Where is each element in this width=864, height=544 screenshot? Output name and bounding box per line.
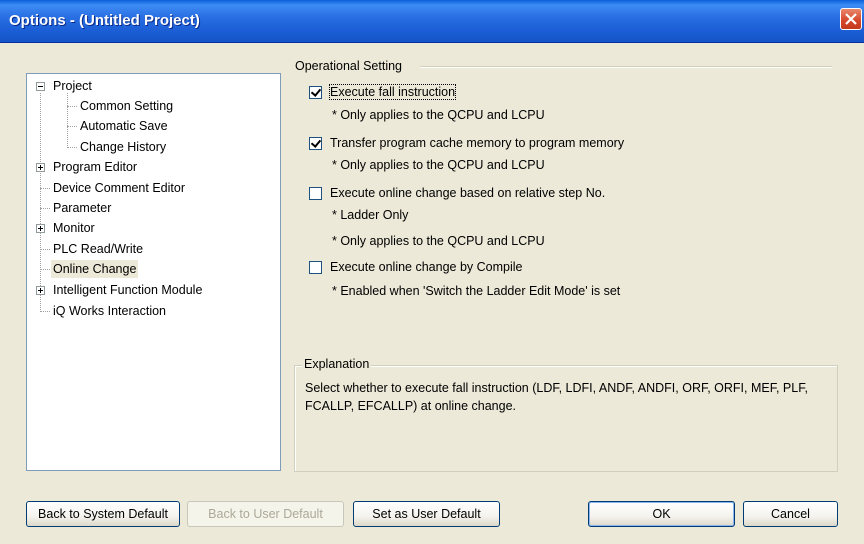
option-note: * Only applies to the QCPU and LCPU: [332, 234, 545, 248]
explanation-text: Select whether to execute fall instructi…: [305, 381, 808, 413]
tree-item-label: PLC Read/Write: [53, 242, 144, 256]
tree-item-label: Monitor: [53, 221, 95, 235]
tree-item-label: Parameter: [53, 201, 112, 215]
option-note: * Only applies to the QCPU and LCPU: [332, 108, 545, 122]
tree-item-label: Device Comment Editor: [53, 181, 185, 195]
tree-item-label: Intelligent Function Module: [53, 283, 203, 297]
online-change-compile-label[interactable]: Execute online change by Compile: [330, 260, 522, 274]
tree-item-label: Program Editor: [53, 160, 138, 174]
window-title: Options - (Untitled Project): [9, 12, 200, 29]
option-note: * Ladder Only: [332, 208, 409, 222]
expand-icon[interactable]: [36, 224, 45, 233]
transfer-cache-memory-checkbox[interactable]: [309, 137, 322, 150]
option-note: * Only applies to the QCPU and LCPU: [332, 158, 545, 172]
expand-icon[interactable]: [36, 163, 45, 172]
title-bar[interactable]: Options - (Untitled Project): [0, 0, 864, 43]
options-dialog: Options - (Untitled Project) Project Com…: [0, 0, 864, 544]
tree-item-label: iQ Works Interaction: [53, 304, 167, 318]
transfer-cache-memory-label[interactable]: Transfer program cache memory to program…: [330, 136, 624, 150]
execute-fall-instruction-checkbox[interactable]: [309, 86, 322, 99]
tree-item-label: Automatic Save: [80, 119, 168, 133]
execute-fall-instruction-label[interactable]: Execute fall instruction: [328, 84, 457, 100]
collapse-icon[interactable]: [36, 82, 45, 91]
relative-step-label[interactable]: Execute online change based on relative …: [330, 186, 605, 200]
close-icon: [845, 13, 857, 25]
relative-step-checkbox[interactable]: [309, 187, 322, 200]
close-button[interactable]: [840, 8, 862, 30]
options-tree[interactable]: Project Common Setting Automatic Save Ch…: [26, 73, 281, 471]
set-as-user-default-button[interactable]: Set as User Default: [353, 501, 500, 527]
back-to-system-default-button[interactable]: Back to System Default: [26, 501, 180, 527]
operational-setting-label: Operational Setting: [295, 59, 407, 73]
tree-item-label: Common Setting: [80, 99, 174, 113]
online-change-compile-checkbox[interactable]: [309, 261, 322, 274]
ok-button[interactable]: OK: [588, 501, 735, 527]
expand-icon[interactable]: [36, 286, 45, 295]
tree-item-label: Change History: [80, 140, 167, 154]
explanation-label: Explanation: [302, 357, 372, 371]
cancel-button[interactable]: Cancel: [743, 501, 838, 527]
group-divider: [420, 66, 832, 68]
tree-item-label: Project: [53, 79, 92, 93]
tree-item-label: Online Change: [51, 260, 139, 278]
back-to-user-default-button[interactable]: Back to User Default: [187, 501, 344, 527]
option-note: * Enabled when 'Switch the Ladder Edit M…: [332, 284, 621, 298]
